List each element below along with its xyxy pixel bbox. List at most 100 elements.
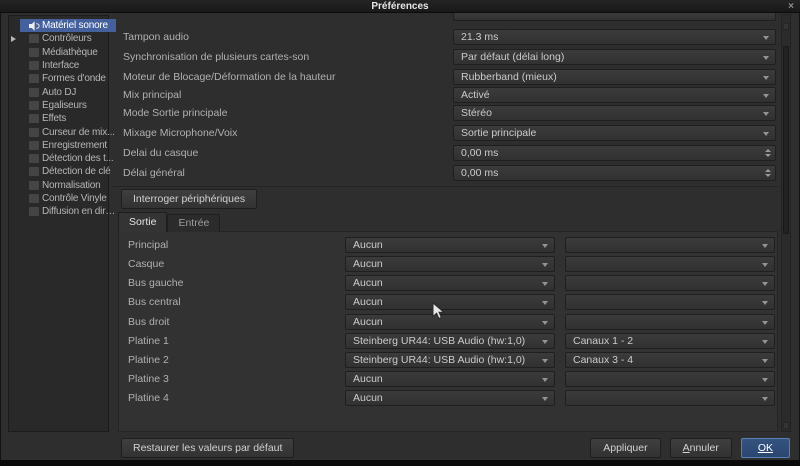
io-row-label: Platine 4 — [128, 390, 169, 406]
window-title: Préférences — [0, 0, 800, 13]
sidebar-item-enregistrement[interactable]: Enregistrement — [20, 139, 116, 152]
channels-select-principal[interactable] — [565, 237, 775, 253]
channels-select-platine-2[interactable]: Canaux 3 - 4 — [565, 352, 775, 368]
device-select-platine-3[interactable]: Aucun — [345, 371, 555, 387]
device-select-platine-1[interactable]: Steinberg UR44: USB Audio (hw:1,0) — [345, 333, 555, 349]
sidebar-item-detection-de-cle[interactable]: Détection de clé — [20, 165, 116, 178]
field-label: Synchronisation de plusieurs cartes-son — [123, 49, 309, 65]
channels-select-platine-4[interactable] — [565, 390, 775, 406]
main-output-mode-select[interactable]: Stéréo — [453, 105, 776, 121]
sidebar-item-label: Détection des t... — [42, 153, 113, 164]
ok-button[interactable]: OK — [741, 438, 790, 458]
sidebar-item-effets[interactable]: Effets — [20, 112, 116, 125]
chevron-down-icon — [763, 112, 769, 119]
selected-value: Activé — [454, 88, 763, 102]
chevron-down-icon — [542, 244, 548, 251]
device-select-principal[interactable]: Aucun — [345, 237, 555, 253]
controller-icon — [29, 34, 39, 43]
tab-entree[interactable]: Entrée — [167, 214, 220, 232]
mic-mix-select[interactable]: Sortie principale — [453, 125, 776, 141]
expand-arrow-icon[interactable] — [11, 36, 19, 42]
selected-value: Steinberg UR44: USB Audio (hw:1,0) — [346, 353, 542, 367]
scrollbar-thumb[interactable] — [783, 46, 789, 234]
spin-up-icon[interactable] — [765, 146, 771, 152]
field-label: Délai général — [123, 165, 185, 181]
scrollbar[interactable] — [781, 14, 791, 432]
device-select-casque[interactable]: Aucun — [345, 256, 555, 272]
cancel-mnemonic: A — [683, 442, 690, 454]
spin-up-icon[interactable] — [765, 166, 771, 172]
broadcast-icon — [29, 207, 39, 216]
channels-select-casque[interactable] — [565, 256, 775, 272]
chevron-down-icon — [763, 94, 769, 101]
selected-value: Aucun — [346, 372, 542, 386]
sidebar-item-label: Enregistrement — [42, 140, 107, 151]
device-select-platine-4[interactable]: Aucun — [345, 390, 555, 406]
sidebar-item-normalisation[interactable]: Normalisation — [20, 179, 116, 192]
channels-select-bus-droit[interactable] — [565, 314, 775, 330]
device-select-bus-gauche[interactable]: Aucun — [345, 275, 555, 291]
apply-button[interactable]: Appliquer — [590, 438, 660, 458]
headphone-delay-spin[interactable]: 0,00 ms — [453, 145, 776, 161]
tab-sortie[interactable]: Sortie — [118, 212, 167, 232]
sidebar-item-diffusion-en-direct[interactable]: Diffusion en direct — [20, 205, 116, 218]
soundcard-sync-select[interactable]: Par défaut (délai long) — [453, 49, 776, 65]
main-delay-spin[interactable]: 0,00 ms — [453, 165, 776, 181]
channels-select-platine-1[interactable]: Canaux 1 - 2 — [565, 333, 775, 349]
selected-value: Rubberband (mieux) — [454, 70, 763, 84]
sidebar-item-detection-des-tempos[interactable]: Détection des t... — [20, 152, 116, 165]
channels-select-platine-3[interactable] — [565, 371, 775, 387]
sidebar-item-label: Curseur de mix... — [42, 127, 115, 138]
sidebar-item-label: Contrôleurs — [42, 33, 92, 44]
sidebar-item-formes-donde[interactable]: Formes d'onde — [20, 72, 116, 85]
sidebar-item-auto-dj[interactable]: Auto DJ — [20, 86, 116, 99]
device-select-platine-2[interactable]: Steinberg UR44: USB Audio (hw:1,0) — [345, 352, 555, 368]
sidebar-item-curseur-de-mix[interactable]: Curseur de mix... — [20, 125, 116, 138]
sidebar-item-egaliseurs[interactable]: Égaliseurs — [20, 99, 116, 112]
selected-value: Canaux 1 - 2 — [566, 334, 762, 348]
device-select-bus-central[interactable]: Aucun — [345, 294, 555, 310]
titlebar: Préférences × — [0, 0, 800, 13]
channels-select-bus-gauche[interactable] — [565, 275, 775, 291]
chevron-down-icon — [542, 340, 548, 347]
close-icon[interactable]: × — [788, 0, 794, 13]
chevron-down-icon — [763, 36, 769, 43]
chevron-down-icon — [762, 263, 768, 270]
chevron-down-icon — [762, 301, 768, 308]
chevron-down-icon — [542, 397, 548, 404]
restore-defaults-button[interactable]: Restaurer les valeurs par défaut — [121, 438, 294, 458]
chevron-down-icon — [542, 321, 548, 328]
chevron-down-icon — [542, 378, 548, 385]
sidebar-item-label: Médiathèque — [42, 47, 98, 58]
scroll-up-icon[interactable] — [783, 23, 789, 30]
query-devices-button[interactable]: Interroger périphériques — [121, 189, 257, 209]
keylock-engine-select[interactable]: Rubberband (mieux) — [453, 69, 776, 85]
crossfader-icon — [29, 128, 39, 137]
scroll-down-icon[interactable] — [783, 422, 789, 429]
sidebar-item-mediatheque[interactable]: Médiathèque — [20, 46, 116, 59]
device-select-bus-droit[interactable]: Aucun — [345, 314, 555, 330]
sidebar-item-label: Formes d'onde — [42, 73, 106, 84]
sidebar-item-materiel-sonore[interactable]: Matériel sonore — [20, 19, 116, 32]
chevron-down-icon — [763, 76, 769, 83]
selected-value: Par défaut (délai long) — [454, 50, 763, 64]
spin-down-icon[interactable] — [765, 174, 771, 180]
main-mix-select[interactable]: Activé — [453, 87, 776, 103]
vinyl-icon — [29, 194, 39, 203]
ok-label: OK — [758, 442, 773, 454]
clipped-combo[interactable] — [453, 13, 776, 21]
cancel-button[interactable]: Annuler — [670, 438, 732, 458]
chevron-down-icon — [542, 301, 548, 308]
audio-buffer-select[interactable]: 21.3 ms — [453, 29, 776, 45]
channels-select-bus-central[interactable] — [565, 294, 775, 310]
sidebar-item-interface[interactable]: Interface — [20, 59, 116, 72]
sidebar-item-label: Détection de clé — [42, 166, 111, 177]
sidebar-item-controle-vinyle[interactable]: Contrôle Vinyle — [20, 192, 116, 205]
chevron-down-icon — [542, 359, 548, 366]
beat-detection-icon — [29, 154, 39, 163]
sidebar-item-controleurs[interactable]: Contrôleurs — [20, 32, 116, 45]
field-label: Mix principal — [123, 87, 181, 103]
selected-value: Sortie principale — [454, 126, 763, 140]
spin-value: 0,00 ms — [454, 146, 765, 160]
spin-down-icon[interactable] — [765, 154, 771, 160]
